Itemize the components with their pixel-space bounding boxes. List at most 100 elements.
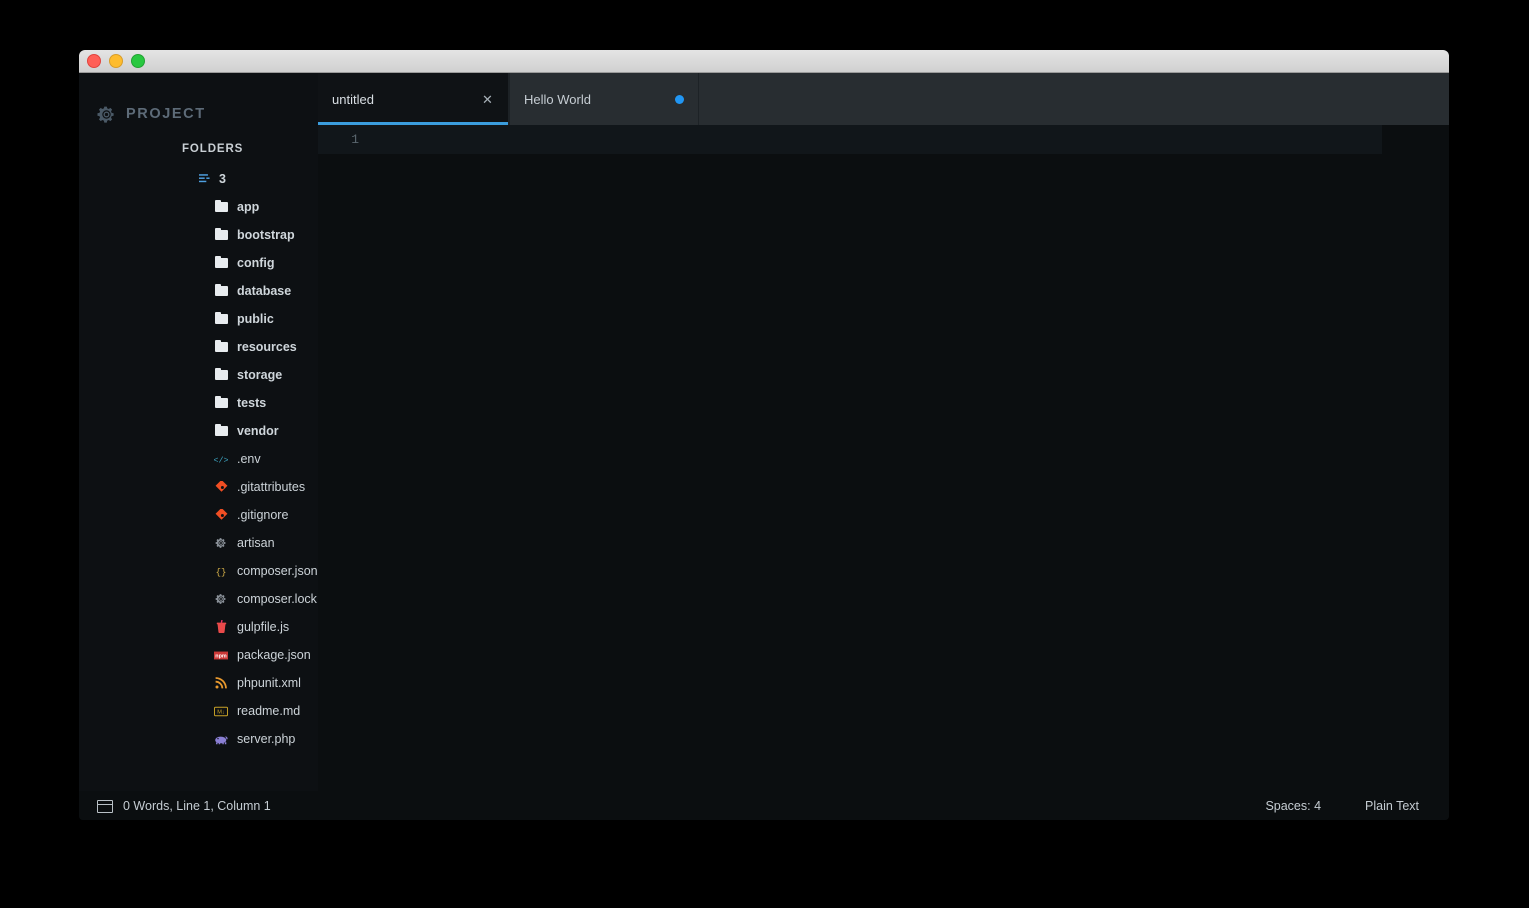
indent-setting-button[interactable]: Spaces: 4 [1265,799,1321,813]
code-editor-area[interactable]: 1 [318,125,1449,791]
sidebar: PROJECT FOLDERS 3 app bootstrap config d… [79,73,318,791]
editor-main: untitled ✕ Hello World 1 [318,73,1449,791]
tree-item-storage[interactable]: storage [79,361,318,389]
maximize-window-button[interactable] [131,54,145,68]
svg-text:M↓: M↓ [217,709,225,715]
tab-hello-world[interactable]: Hello World [509,73,699,125]
editor-active-line: 1 [318,125,1382,154]
tree-root-node[interactable]: 3 [79,165,318,193]
tree-item-label: storage [237,368,283,382]
status-left-group: 0 Words, Line 1, Column 1 [97,799,271,813]
tree-item-label: app [237,200,260,214]
git-icon [214,480,228,494]
folder-icon [214,283,228,298]
tree-item-gitignore[interactable]: .gitignore [79,501,318,529]
editor-window: PROJECT FOLDERS 3 app bootstrap config d… [79,50,1449,820]
tree-item-label: vendor [237,424,279,438]
tree-item-app[interactable]: app [79,193,318,221]
tree-item-label: composer.lock [237,592,317,606]
tree-item-bootstrap[interactable]: bootstrap [79,221,318,249]
tree-item-package-json[interactable]: npm package.json [79,641,318,669]
status-right-group: Spaces: 4 Plain Text [1265,799,1449,813]
gear-icon [97,105,116,124]
rss-icon [214,676,228,690]
minimize-window-button[interactable] [109,54,123,68]
folder-icon [214,339,228,354]
window-body: PROJECT FOLDERS 3 app bootstrap config d… [79,73,1449,791]
folder-icon [214,311,228,326]
file-tree-items: app bootstrap config database public resource… [79,193,318,753]
text-caret [363,132,364,148]
folder-icon [214,423,228,438]
syntax-mode-button[interactable]: Plain Text [1365,799,1419,813]
tree-root-label: 3 [219,172,226,186]
window-controls [87,54,145,68]
tree-item-label: resources [237,340,297,354]
close-window-button[interactable] [87,54,101,68]
tree-item-database[interactable]: database [79,277,318,305]
tab-untitled[interactable]: untitled ✕ [318,73,509,125]
panes-icon[interactable] [97,799,113,813]
tab-bar-empty-space [699,73,1449,125]
tree-item-resources[interactable]: resources [79,333,318,361]
tree-item-label: artisan [237,536,275,550]
tree-item-readme-md[interactable]: M↓ readme.md [79,697,318,725]
gear-small-icon [214,536,228,550]
git-icon [214,508,228,522]
desktop-background: PROJECT FOLDERS 3 app bootstrap config d… [0,0,1529,908]
folder-icon [214,367,228,382]
tree-item-composer-json[interactable]: {} composer.json [79,557,318,585]
markdown-icon: M↓ [214,704,228,718]
tree-item-gitattributes[interactable]: .gitattributes [79,473,318,501]
tree-item-composer-lock[interactable]: composer.lock [79,585,318,613]
tab-bar: untitled ✕ Hello World [318,73,1449,125]
folder-icon [214,395,228,410]
tree-item-label: .gitattributes [237,480,306,494]
project-header[interactable]: PROJECT [79,73,318,129]
tab-label: Hello World [524,91,591,107]
file-tree: 3 app bootstrap config database public resour… [79,165,318,753]
modified-dot-icon [675,94,684,104]
svg-text:{}: {} [216,568,227,578]
tree-item-label: readme.md [237,704,301,718]
tree-item-artisan[interactable]: artisan [79,529,318,557]
folders-section-label: FOLDERS [182,143,244,155]
tree-item-server-php[interactable]: server.php [79,725,318,753]
npm-icon: npm [214,648,228,662]
window-titlebar [79,50,1449,73]
tree-item-label: config [237,256,275,270]
tree-item-vendor[interactable]: vendor [79,417,318,445]
tree-item-label: public [237,312,274,326]
tree-item-tests[interactable]: tests [79,389,318,417]
line-number: 1 [351,132,359,147]
tree-item-label: server.php [237,732,296,746]
status-bar: 0 Words, Line 1, Column 1 Spaces: 4 Plai… [79,791,1449,820]
tree-item-phpunit-xml[interactable]: phpunit.xml [79,669,318,697]
braces-icon: {} [214,564,228,578]
php-elephant-icon [214,732,228,746]
folder-icon [214,199,228,214]
folder-icon [214,227,228,242]
svg-text:npm: npm [215,653,227,659]
tree-item-label: .gitignore [237,508,289,522]
tree-item-label: bootstrap [237,228,295,242]
tree-item-label: tests [237,396,267,410]
tree-item-label: database [237,284,292,298]
tree-item-label: phpunit.xml [237,676,301,690]
tree-item-label: package.json [237,648,311,662]
svg-text:</>: </> [214,456,228,466]
close-icon[interactable]: ✕ [481,93,494,106]
tab-label: untitled [332,91,374,107]
tree-item-label: gulpfile.js [237,620,290,634]
gear-small-icon [214,592,228,606]
tree-item-public[interactable]: public [79,305,318,333]
gulp-cup-icon [214,620,228,634]
tree-item-gulpfile-js[interactable]: gulpfile.js [79,613,318,641]
project-settings-icon [199,173,212,185]
tree-item-config[interactable]: config [79,249,318,277]
tree-item-label: composer.json [237,564,318,578]
tree-item-env[interactable]: </> .env [79,445,318,473]
folder-icon [214,255,228,270]
cursor-position-status: 0 Words, Line 1, Column 1 [123,799,271,813]
code-tags-icon: </> [214,452,228,466]
